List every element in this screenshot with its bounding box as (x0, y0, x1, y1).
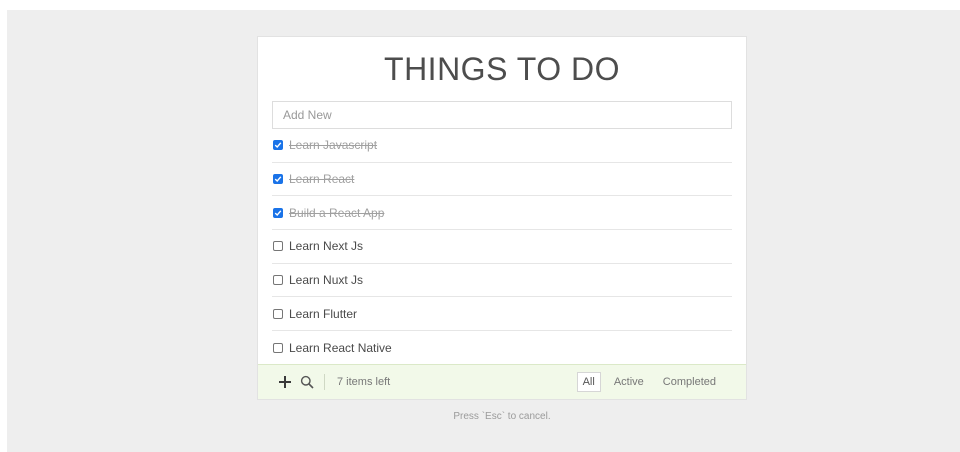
todo-label: Learn React Native (289, 340, 392, 355)
cancel-hint: Press `Esc` to cancel. (453, 411, 551, 422)
filter-all[interactable]: All (576, 372, 601, 392)
todo-label: Learn Flutter (289, 306, 358, 321)
todo-label: Build a React App (289, 205, 385, 220)
footer-divider (324, 374, 325, 390)
todo-item[interactable]: Learn Next Js (272, 230, 732, 264)
todo-checkbox[interactable] (273, 308, 283, 319)
todo-label: Learn React (289, 172, 355, 187)
todo-checkbox[interactable] (273, 207, 283, 218)
todo-item[interactable]: Learn React (272, 163, 732, 197)
todo-item[interactable]: Learn Nuxt Js (272, 264, 732, 298)
todo-footer: 7 items left All Active Completed (258, 364, 746, 399)
filter-completed[interactable]: Completed (657, 372, 722, 392)
todo-checkbox[interactable] (273, 174, 283, 185)
todo-item[interactable]: Learn Javascript (272, 129, 732, 163)
filter-active[interactable]: Active (608, 372, 650, 392)
check-icon (274, 142, 282, 149)
todo-label: Learn Next Js (289, 239, 364, 254)
search-icon[interactable] (300, 375, 314, 389)
todo-item[interactable]: Build a React App (272, 196, 732, 231)
add-new-input[interactable] (272, 101, 732, 129)
todo-label: Learn Javascript (289, 138, 378, 153)
todo-item[interactable]: Learn Flutter (272, 297, 732, 332)
add-icon[interactable] (278, 375, 292, 389)
todo-item[interactable]: Learn React Native (272, 331, 732, 365)
todo-checkbox[interactable] (273, 140, 283, 151)
check-icon (274, 176, 282, 183)
page-title: THINGS TO DO (384, 51, 620, 87)
todo-card: THINGS TO DO Learn Javascript Learn Reac… (257, 36, 747, 400)
todo-checkbox[interactable] (273, 275, 283, 286)
filter-group: All Active Completed (570, 372, 722, 392)
todo-list: Learn Javascript Learn React Build a Rea… (272, 129, 732, 365)
items-left-count: 7 items left (337, 376, 391, 388)
check-icon (274, 210, 282, 216)
todo-checkbox[interactable] (273, 241, 283, 252)
todo-label: Learn Nuxt Js (289, 273, 364, 288)
todo-checkbox[interactable] (273, 342, 283, 353)
